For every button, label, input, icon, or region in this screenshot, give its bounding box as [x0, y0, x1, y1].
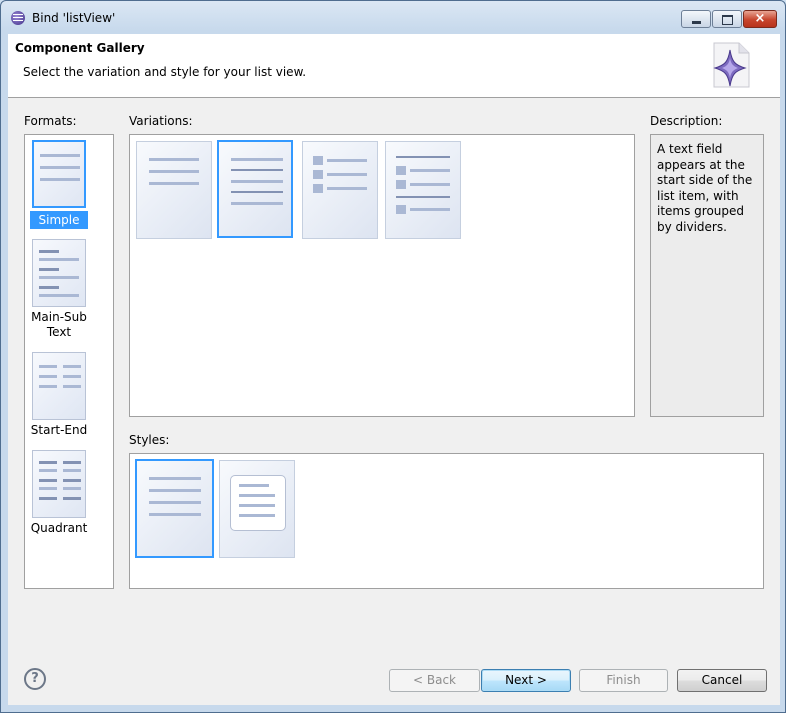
page-message: Select the variation and style for your …: [23, 65, 307, 79]
format-main-sub-text-thumbnail: [32, 239, 86, 307]
format-quadrant[interactable]: Quadrant: [30, 450, 88, 536]
formats-list[interactable]: Simple Main-Sub Text Start-End Quadrant: [24, 134, 114, 589]
formats-label: Formats:: [24, 114, 77, 128]
page-title: Component Gallery: [15, 41, 145, 55]
variations-panel: [129, 134, 635, 417]
description-text: A text field appears at the start side o…: [650, 134, 764, 417]
finish-button[interactable]: Finish: [579, 669, 668, 692]
variation-icons-dividers[interactable]: [385, 141, 461, 239]
dialog-window: Bind 'listView' × Component Gallery Sele…: [0, 0, 786, 713]
format-label: Simple: [30, 211, 88, 229]
format-quadrant-thumbnail: [32, 450, 86, 518]
format-simple-thumbnail: [32, 140, 86, 208]
format-start-end-thumbnail: [32, 352, 86, 420]
styles-panel: [129, 453, 764, 589]
styles-label: Styles:: [129, 433, 170, 447]
description-label: Description:: [650, 114, 723, 128]
minimize-button[interactable]: [681, 10, 711, 28]
format-label: Main-Sub Text: [31, 310, 87, 339]
window-title: Bind 'listView': [32, 11, 116, 25]
maximize-button[interactable]: [712, 10, 742, 28]
back-button[interactable]: < Back: [389, 669, 480, 692]
variation-dividers[interactable]: [217, 140, 293, 238]
format-start-end[interactable]: Start-End: [30, 352, 88, 438]
eclipse-app-icon: [11, 11, 25, 25]
format-simple[interactable]: Simple: [30, 140, 88, 229]
next-button[interactable]: Next >: [481, 669, 571, 692]
variation-plain[interactable]: [136, 141, 212, 239]
format-label: Quadrant: [30, 521, 88, 535]
format-main-sub-text[interactable]: Main-Sub Text: [30, 239, 88, 340]
wizard-banner: Component Gallery Select the variation a…: [8, 34, 780, 98]
dialog-content: Component Gallery Select the variation a…: [8, 34, 780, 705]
cancel-button[interactable]: Cancel: [677, 669, 767, 692]
format-label: Start-End: [30, 423, 88, 437]
help-icon[interactable]: ?: [24, 668, 46, 690]
style-plain[interactable]: [135, 459, 214, 558]
wizard-sparkle-icon: [713, 42, 750, 88]
style-card[interactable]: [219, 460, 295, 558]
variations-label: Variations:: [129, 114, 193, 128]
title-bar[interactable]: Bind 'listView' ×: [1, 1, 785, 34]
close-button[interactable]: ×: [743, 10, 777, 28]
variation-icons[interactable]: [302, 141, 378, 239]
